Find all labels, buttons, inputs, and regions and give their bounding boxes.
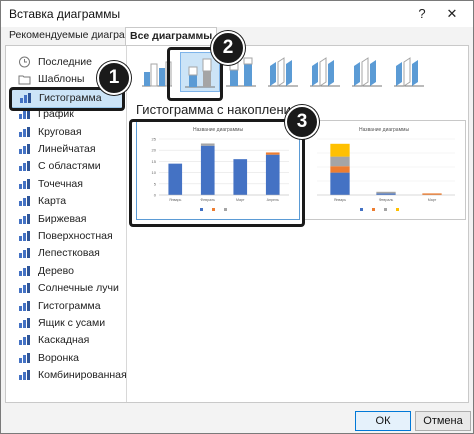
sidebar-item-label: Гистограмма (38, 299, 101, 312)
sidebar-item-16[interactable]: Ящик с усами (10, 315, 122, 332)
sidebar-item-label: Дерево (38, 264, 74, 277)
callout-badge-2: 2 (211, 31, 245, 65)
sidebar-item-label: Каскадная (38, 334, 90, 347)
waterfall-icon (19, 335, 30, 346)
subtype-glyph (394, 57, 424, 87)
sidebar-item-label: Воронка (38, 351, 79, 364)
preview-chart-svg-2: Январь Февраль Март (317, 138, 455, 211)
sunburst-icon (19, 283, 30, 294)
sidebar-item-6[interactable]: Линейчатая (10, 141, 122, 158)
sidebar-item-label: Биржевая (38, 212, 87, 225)
sidebar-item-label: Круговая (38, 125, 82, 138)
stock-chart-icon (19, 213, 30, 224)
subtype-3d-clustered-column-icon[interactable] (264, 52, 302, 90)
bar-chart-icon (19, 144, 30, 154)
title-bar: Вставка диаграммы ? ✕ (1, 1, 473, 27)
area-chart-icon (19, 161, 30, 172)
bar-segment (330, 143, 350, 157)
sidebar-item-19[interactable]: Комбинированная (10, 367, 127, 384)
sidebar-item-5[interactable]: Круговая (10, 124, 122, 141)
sidebar-item-17[interactable]: Каскадная (10, 332, 122, 349)
box-whisker-icon (19, 318, 30, 328)
sidebar-item-14[interactable]: Солнечные лучи (10, 280, 122, 297)
x-tick-label: Март (428, 198, 437, 202)
sidebar-item-label: Лепестковая (38, 247, 100, 260)
callout-badge-3: 3 (285, 105, 319, 139)
sidebar-item-label: Солнечные лучи (38, 282, 119, 295)
chart-subtype-title: Гистограмма с накоплением (136, 102, 308, 117)
ok-button[interactable]: ОК (355, 411, 411, 431)
radar-chart-icon (19, 248, 30, 259)
tab-all-charts[interactable]: Все диаграммы (125, 27, 218, 45)
legend-swatch (372, 208, 375, 211)
legend-swatch (360, 208, 363, 211)
surface-chart-icon (19, 231, 30, 241)
sidebar-item-18[interactable]: Воронка (10, 350, 122, 367)
combo-chart-icon (19, 370, 30, 381)
x-tick-label: Январь (334, 198, 346, 202)
recent-icon (19, 56, 30, 68)
sidebar-item-label: Комбинированная (38, 369, 127, 382)
sidebar-item-label: С областями (38, 160, 101, 173)
x-tick-label: Февраль (379, 198, 394, 202)
sidebar-item-label: Шаблоны (38, 73, 85, 86)
folder-icon (18, 75, 31, 85)
treemap-icon (19, 265, 30, 276)
bar-segment (330, 166, 350, 173)
sidebar-item-label: Ящик с усами (38, 317, 106, 329)
subtype-3d-stacked-column-icon[interactable] (306, 52, 344, 90)
sidebar-item-12[interactable]: Лепестковая (10, 245, 122, 262)
sidebar-item-15[interactable]: Гистограмма (10, 298, 122, 315)
subtype-glyph (352, 57, 382, 87)
legend-swatch (384, 208, 387, 211)
sidebar-item-label: Карта (38, 195, 67, 208)
subtype-glyph (268, 57, 298, 87)
map-chart-icon (19, 196, 30, 207)
legend-swatch (396, 208, 399, 211)
callout-badge-1: 1 (97, 61, 131, 95)
sidebar-item-label: Линейчатая (38, 143, 96, 155)
insert-chart-dialog: Вставка диаграммы ? ✕ Рекомендуемые диаг… (0, 0, 474, 434)
funnel-icon (19, 352, 30, 363)
cancel-button[interactable]: Отмена (415, 411, 471, 431)
close-button[interactable]: ✕ (441, 5, 463, 23)
sidebar-item-10[interactable]: Биржевая (10, 211, 122, 228)
bar-segment (376, 191, 396, 194)
subtype-glyph (310, 57, 340, 87)
bar-segment (330, 156, 350, 167)
subtype-3d-column-icon[interactable] (390, 52, 428, 90)
sidebar-item-13[interactable]: Дерево (10, 263, 122, 280)
help-button[interactable]: ? (411, 5, 433, 23)
sidebar-item-8[interactable]: Точечная (10, 176, 122, 193)
bar-segment (330, 172, 350, 195)
sidebar-item-label: Поверхностная (38, 230, 113, 242)
sidebar-item-label: Точечная (38, 177, 83, 190)
sidebar-item-label: Последние (38, 56, 93, 68)
sidebar-item-11[interactable]: Поверхностная (10, 228, 122, 245)
chart-preview-2[interactable]: Название диаграммы Январь Февраль Март (302, 120, 466, 220)
dialog-title: Вставка диаграммы (9, 7, 121, 21)
scatter-chart-icon (19, 178, 30, 189)
sidebar-item-9[interactable]: Карта (10, 193, 122, 210)
pie-chart-icon (19, 126, 30, 137)
sidebar-item-7[interactable]: С областями (10, 158, 122, 175)
histogram-icon (19, 300, 30, 311)
callout-highlight-3 (129, 119, 305, 227)
subtype-3d-100-stacked-column-icon[interactable] (348, 52, 386, 90)
